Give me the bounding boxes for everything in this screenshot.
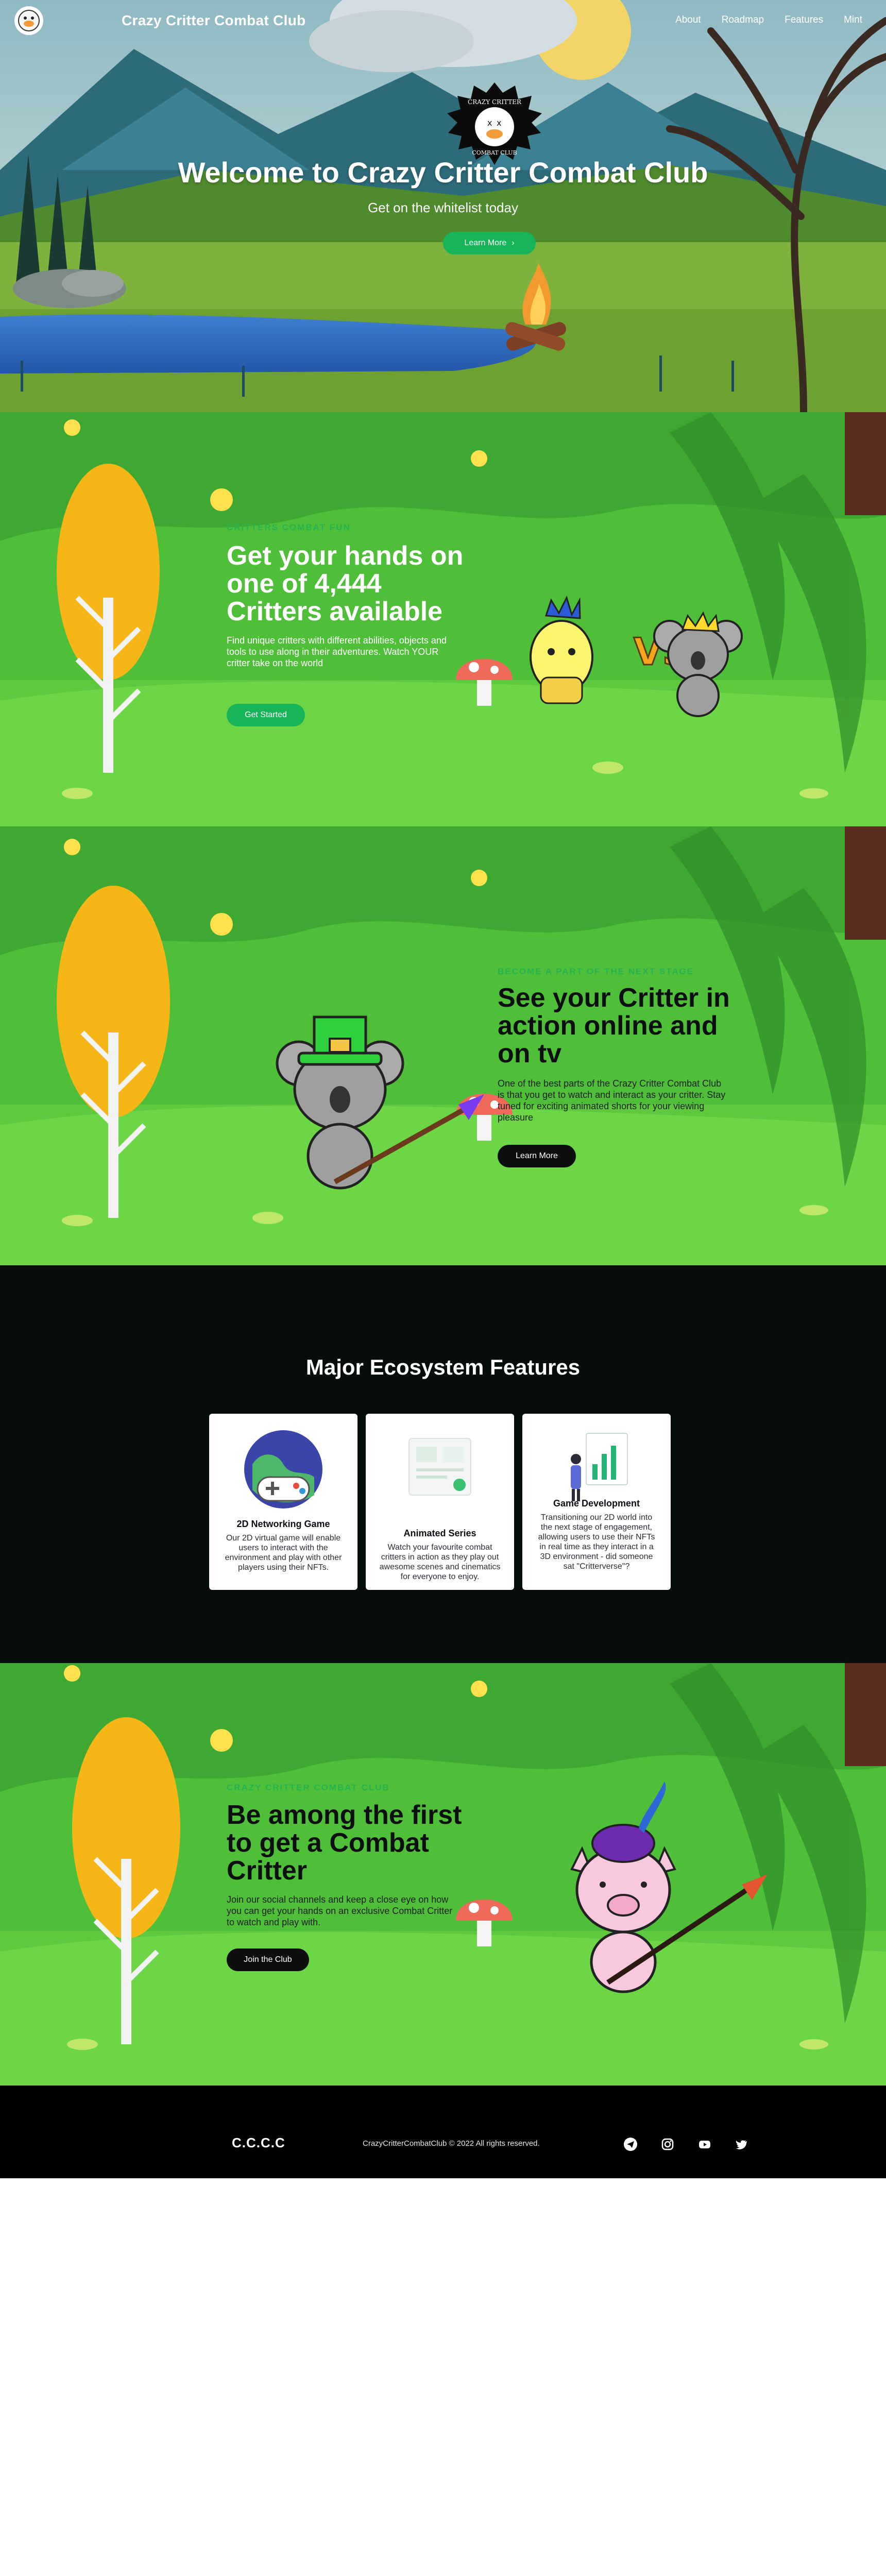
- nav-link-features[interactable]: Features: [785, 14, 823, 26]
- feature-card-description: Our 2D virtual game will enable users to…: [225, 1534, 342, 1572]
- section2-title: See your Critter in action online and on…: [498, 984, 786, 1067]
- chevron-right-icon: ›: [512, 239, 515, 247]
- section2-learn-more-button[interactable]: Learn More: [498, 1145, 576, 1167]
- section3-title-line: Be among the first: [227, 1800, 462, 1830]
- top-navigation: Crazy Critter Combat Club About Roadmap …: [0, 0, 886, 41]
- svg-text:x: x: [487, 118, 492, 128]
- section1-title-line: Critters available: [227, 597, 443, 626]
- game-controller-globe-icon: [244, 1430, 322, 1509]
- hero-subtitle: Get on the whitelist today: [368, 200, 518, 215]
- youtube-icon[interactable]: [695, 2135, 714, 2154]
- feature-card-title: 2D Networking Game: [236, 1519, 330, 1529]
- animation-storyboard-icon: [408, 1438, 471, 1496]
- telegram-icon[interactable]: [621, 2135, 640, 2154]
- footer-copyright: CrazyCritterCombatClub © 2022 All rights…: [363, 2139, 540, 2148]
- footer-brand[interactable]: C.C.C.C: [232, 2135, 285, 2151]
- feature-card-2d-game: 2D Networking Game Our 2D virtual game w…: [209, 1414, 357, 1590]
- get-started-button[interactable]: Get Started: [227, 704, 305, 726]
- twitter-icon[interactable]: [732, 2135, 751, 2154]
- feature-card-description: Watch your favourite combat critters in …: [379, 1543, 501, 1581]
- feature-card-title: Game Development: [553, 1498, 640, 1509]
- section3-eyebrow: CRAZY CRITTER COMBAT CLUB: [227, 1783, 390, 1792]
- critters-available-section: VS CRITTERS COMBAT FUN Get your hands on…: [0, 412, 886, 826]
- section3-title-line: to get a Combat: [227, 1828, 429, 1858]
- club-emblem-logo: x x CRAZY CRITTER COMBAT CLUB: [447, 82, 542, 165]
- section1-title: Get your hands on one of 4,444 Critters …: [227, 542, 515, 625]
- emblem-text-top: CRAZY CRITTER: [468, 98, 522, 106]
- section2-title-line: on tv: [498, 1039, 562, 1069]
- logo-avatar[interactable]: [14, 6, 43, 35]
- feature-card-animated-series: Animated Series Watch your favourite com…: [366, 1414, 514, 1590]
- section1-eyebrow: CRITTERS COMBAT FUN: [227, 522, 351, 532]
- feature-card-game-development: Game Development Transitioning our 2D wo…: [522, 1414, 671, 1590]
- hero-title: Welcome to Crazy Critter Combat Club: [178, 156, 708, 189]
- nav-link-roadmap[interactable]: Roadmap: [722, 14, 764, 26]
- instagram-icon[interactable]: [658, 2135, 677, 2154]
- section1-title-line: one of 4,444: [227, 569, 382, 599]
- section3-title-line: Critter: [227, 1856, 308, 1886]
- join-the-club-button[interactable]: Join the Club: [227, 1948, 309, 1971]
- svg-text:x: x: [497, 118, 501, 128]
- duck-mascot-icon: [18, 10, 40, 31]
- site-footer: C.C.C.C CrazyCritterCombatClub © 2022 Al…: [0, 2086, 886, 2178]
- features-section: Major Ecosystem Features 2D Networking G…: [0, 1265, 886, 1663]
- features-title: Major Ecosystem Features: [305, 1355, 581, 1379]
- section3-description: Join our social channels and keep a clos…: [227, 1894, 453, 1927]
- section1-title-line: Get your hands on: [227, 541, 464, 571]
- section2-description: One of the best parts of the Crazy Critt…: [498, 1078, 726, 1123]
- feature-card-description: Transitioning our 2D world into the next…: [538, 1513, 655, 1571]
- hero-section: Crazy Critter Combat Club About Roadmap …: [0, 0, 886, 412]
- section2-title-line: action online and: [498, 1011, 718, 1041]
- section3-title: Be among the first to get a Combat Critt…: [227, 1801, 515, 1885]
- section2-eyebrow: BECOME A PART OF THE NEXT STAGE: [498, 967, 694, 976]
- brand-name[interactable]: Crazy Critter Combat Club: [122, 12, 306, 29]
- section1-description: Find unique critters with different abil…: [227, 635, 447, 668]
- join-the-club-section: CRAZY CRITTER COMBAT CLUB Be among the f…: [0, 1663, 886, 2086]
- hero-learn-more-button[interactable]: Learn More ›: [443, 232, 536, 255]
- section2-title-line: See your Critter in: [498, 983, 730, 1013]
- hero-learn-more-label: Learn More: [464, 239, 507, 247]
- critter-in-action-section: BECOME A PART OF THE NEXT STAGE See your…: [0, 826, 886, 1265]
- nav-link-about[interactable]: About: [675, 14, 701, 26]
- nav-link-mint[interactable]: Mint: [844, 14, 862, 26]
- nav-links: About Roadmap Features Mint: [675, 14, 862, 26]
- feature-card-title: Animated Series: [403, 1528, 476, 1538]
